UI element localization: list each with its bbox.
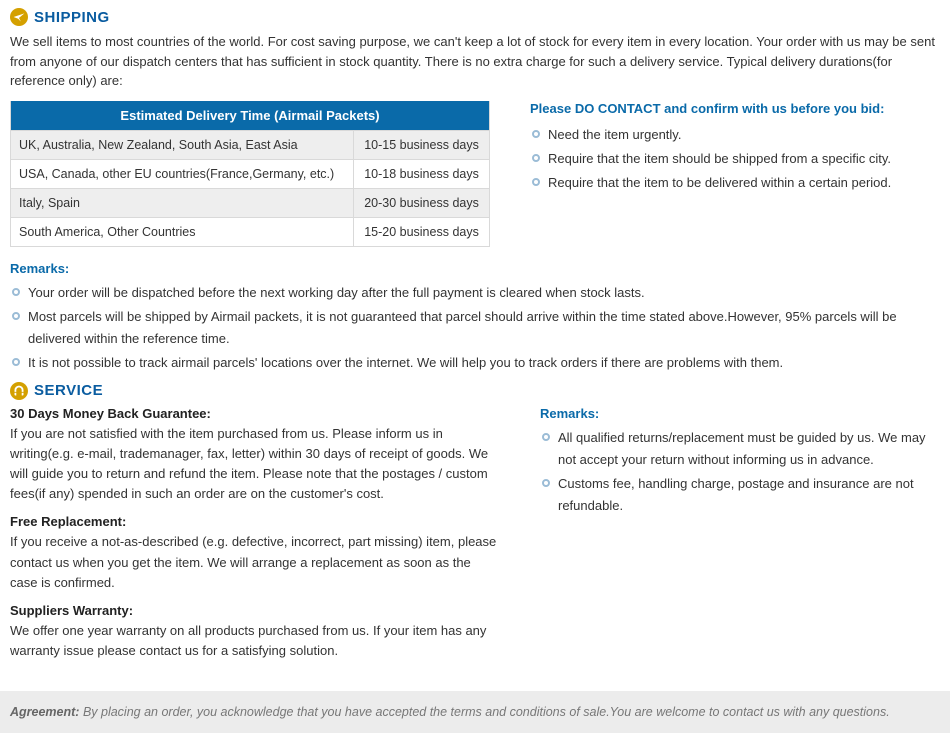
service-remarks-head: Remarks: xyxy=(540,406,940,421)
table-header: Estimated Delivery Time (Airmail Packets… xyxy=(11,101,490,131)
guarantee-title: 30 Days Money Back Guarantee: xyxy=(10,406,500,421)
replacement-block: Free Replacement: If you receive a not-a… xyxy=(10,514,500,592)
replacement-title: Free Replacement: xyxy=(10,514,500,529)
service-header: SERVICE xyxy=(10,382,940,400)
warranty-body: We offer one year warranty on all produc… xyxy=(10,621,500,661)
table-row: USA, Canada, other EU countries(France,G… xyxy=(11,159,490,188)
delivery-time-table: Estimated Delivery Time (Airmail Packets… xyxy=(10,101,490,247)
contact-head: Please DO CONTACT and confirm with us be… xyxy=(530,101,940,116)
table-row: Italy, Spain20-30 business days xyxy=(11,188,490,217)
shipping-intro: We sell items to most countries of the w… xyxy=(10,32,940,91)
list-item: It is not possible to track airmail parc… xyxy=(10,352,940,374)
shipping-remarks-head: Remarks: xyxy=(10,261,940,276)
list-item: All qualified returns/replacement must b… xyxy=(540,427,940,471)
list-item: Need the item urgently. xyxy=(530,124,940,146)
shipping-title: SHIPPING xyxy=(34,9,110,26)
service-title: SERVICE xyxy=(34,382,103,399)
replacement-body: If you receive a not-as-described (e.g. … xyxy=(10,532,500,592)
list-item: Require that the item should be shipped … xyxy=(530,148,940,170)
service-remarks-list: All qualified returns/replacement must b… xyxy=(540,427,940,517)
headset-icon xyxy=(10,382,28,400)
guarantee-body: If you are not satisfied with the item p… xyxy=(10,424,500,505)
list-item: Most parcels will be shipped by Airmail … xyxy=(10,306,940,350)
warranty-title: Suppliers Warranty: xyxy=(10,603,500,618)
list-item: Require that the item to be delivered wi… xyxy=(530,172,940,194)
table-row: UK, Australia, New Zealand, South Asia, … xyxy=(11,130,490,159)
airplane-icon xyxy=(10,8,28,26)
list-item: Customs fee, handling charge, postage an… xyxy=(540,473,940,517)
contact-list: Need the item urgently. Require that the… xyxy=(530,124,940,194)
table-row: South America, Other Countries15-20 busi… xyxy=(11,217,490,246)
guarantee-block: 30 Days Money Back Guarantee: If you are… xyxy=(10,406,500,505)
agreement-bar: Agreement: By placing an order, you ackn… xyxy=(0,691,950,733)
agreement-label: Agreement: xyxy=(10,705,79,719)
list-item: Your order will be dispatched before the… xyxy=(10,282,940,304)
shipping-header: SHIPPING xyxy=(10,8,940,26)
agreement-text: By placing an order, you acknowledge tha… xyxy=(79,705,889,719)
shipping-remarks-list: Your order will be dispatched before the… xyxy=(10,282,940,374)
warranty-block: Suppliers Warranty: We offer one year wa… xyxy=(10,603,500,661)
